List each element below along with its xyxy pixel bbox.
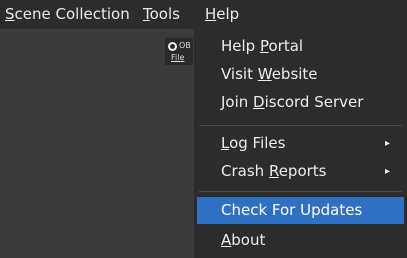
- mnemonic-w: W: [257, 65, 272, 83]
- label-suffix: eports: [278, 162, 327, 180]
- label-suffix: og Files: [229, 134, 286, 152]
- menu-separator: [199, 125, 402, 126]
- label-suffix: ortal: [268, 37, 304, 55]
- menu-scene-collection-label: cene Collection: [14, 5, 130, 23]
- preview-window-title: OB: [179, 41, 191, 50]
- mnemonic-s: S: [5, 5, 15, 23]
- submenu-arrow-icon: ▸: [384, 138, 390, 149]
- label-suffix: iscord Server: [264, 93, 364, 111]
- visit-website-label: Visit Website: [221, 61, 318, 88]
- mnemonic-h: H: [205, 5, 217, 23]
- mnemonic-a: A: [221, 231, 232, 249]
- label-prefix: Join: [221, 93, 254, 111]
- help-portal-label: Help Portal: [221, 33, 303, 60]
- check-for-updates-label: Check For Updates: [221, 201, 363, 219]
- log-files-label: Log Files: [221, 130, 285, 157]
- app-window: Scene Collection Tools Help OB File Help…: [0, 0, 407, 258]
- menu-item-visit-website[interactable]: Visit Website: [197, 61, 404, 88]
- menu-item-log-files[interactable]: Log Files ▸: [197, 130, 404, 157]
- mnemonic-d: D: [253, 93, 265, 111]
- preview-file-menu[interactable]: File: [171, 53, 184, 62]
- label-prefix: Crash: [221, 162, 269, 180]
- mnemonic-l: L: [221, 134, 230, 152]
- menu-help[interactable]: Help: [205, 5, 239, 23]
- menu-tools[interactable]: Tools: [143, 5, 180, 23]
- about-label: About: [221, 227, 265, 254]
- menu-item-check-for-updates[interactable]: Check For Updates: [197, 197, 404, 224]
- menu-tools-label: ools: [149, 5, 180, 23]
- label-suffix: bout: [231, 231, 266, 249]
- menu-item-about[interactable]: About: [197, 227, 404, 254]
- menu-separator: [199, 191, 402, 192]
- menu-item-help-portal[interactable]: Help Portal: [197, 33, 404, 60]
- label-suffix: ebsite: [271, 65, 318, 83]
- label-prefix: Visit: [221, 65, 258, 83]
- menu-help-label: elp: [216, 5, 240, 23]
- menu-bar: Scene Collection Tools Help: [0, 0, 407, 29]
- label-prefix: Help: [221, 37, 260, 55]
- menu-scene-collection[interactable]: Scene Collection: [5, 5, 130, 23]
- obs-logo-icon: [168, 42, 177, 51]
- mnemonic-r: R: [268, 162, 279, 180]
- help-dropdown-menu: Help Portal Visit Website Join Discord S…: [194, 29, 407, 258]
- obs-preview-window[interactable]: OB File: [165, 38, 193, 65]
- crash-reports-label: Crash Reports: [221, 158, 326, 185]
- mnemonic-t: T: [143, 5, 150, 23]
- menu-item-join-discord[interactable]: Join Discord Server: [197, 89, 404, 116]
- menu-item-crash-reports[interactable]: Crash Reports ▸: [197, 158, 404, 185]
- join-discord-label: Join Discord Server: [221, 89, 363, 116]
- submenu-arrow-icon: ▸: [384, 166, 390, 177]
